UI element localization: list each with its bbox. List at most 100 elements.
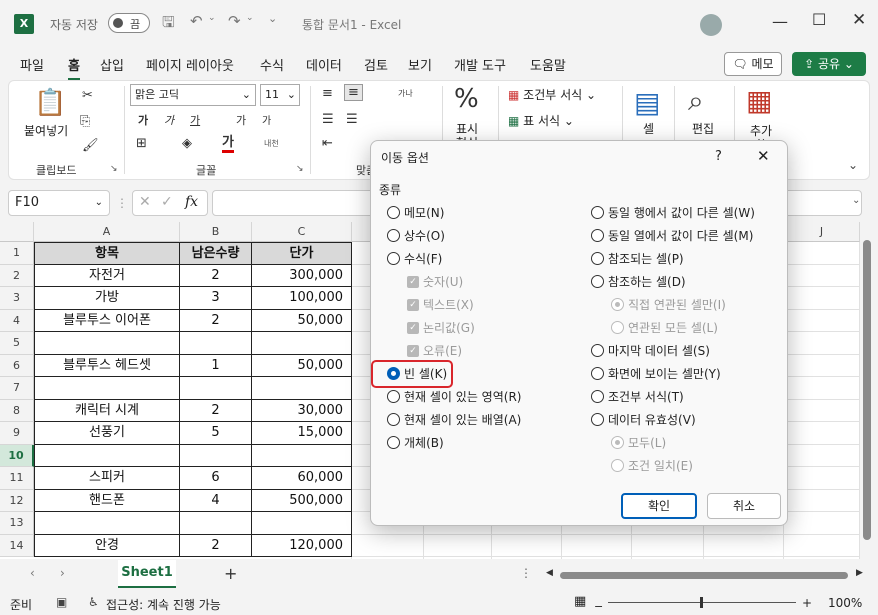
- tab-formulas[interactable]: 수식: [260, 55, 284, 74]
- tab-help[interactable]: 도움말: [530, 55, 566, 74]
- check-icon[interactable]: ✓: [161, 194, 173, 210]
- option-right-6[interactable]: 마지막 데이터 셀(S): [591, 342, 710, 359]
- tab-file[interactable]: 파일: [20, 55, 44, 74]
- option-right-8[interactable]: 조건부 서식(T): [591, 388, 684, 405]
- border-icon[interactable]: ⊞: [136, 136, 147, 151]
- row-header-4[interactable]: 4: [0, 309, 34, 332]
- conditional-format-button[interactable]: ▦ 조건부 서식 ⌄: [508, 86, 596, 103]
- wrap-text-icon[interactable]: 가나: [398, 88, 413, 99]
- tab-insert[interactable]: 삽입: [100, 55, 124, 74]
- normal-view-icon[interactable]: ▦: [574, 594, 586, 609]
- customize-toolbar-icon[interactable]: ⌄: [268, 12, 277, 25]
- table-cell[interactable]: 스피커: [34, 467, 180, 490]
- maximize-icon[interactable]: ☐: [812, 10, 826, 29]
- horizontal-scroll-thumb[interactable]: [560, 572, 848, 579]
- prev-sheet-icon[interactable]: ‹: [30, 566, 35, 580]
- option-left-0[interactable]: 메모(N): [387, 204, 444, 221]
- ok-button[interactable]: 확인: [621, 493, 697, 519]
- table-cell[interactable]: 블루투스 이어폰: [34, 309, 180, 332]
- align-middle-icon[interactable]: ≡: [344, 84, 363, 101]
- row-header-10[interactable]: 10: [0, 444, 34, 467]
- redo-dropdown-icon[interactable]: ⌄: [246, 13, 254, 23]
- align-left-icon[interactable]: ☰: [322, 112, 334, 127]
- tab-developer[interactable]: 개발 도구: [454, 55, 506, 74]
- option-right-9[interactable]: 데이터 유효성(V): [591, 411, 696, 428]
- tab-view[interactable]: 보기: [408, 55, 432, 74]
- table-cell[interactable]: 4: [180, 489, 252, 512]
- column-header-j[interactable]: J: [784, 222, 860, 242]
- tab-home[interactable]: 홈: [68, 55, 80, 81]
- row-header-6[interactable]: 6: [0, 354, 34, 377]
- italic-icon[interactable]: 가: [164, 112, 174, 128]
- cells-label[interactable]: 셀: [643, 120, 654, 137]
- table-cell[interactable]: [34, 377, 180, 400]
- dialog-launcher-icon[interactable]: ↘: [110, 164, 118, 174]
- table-cell[interactable]: 자전거: [34, 264, 180, 287]
- undo-icon[interactable]: ↶: [190, 12, 203, 30]
- table-cell[interactable]: 60,000: [252, 467, 352, 490]
- more-icon[interactable]: ⋮: [116, 196, 128, 210]
- cancel-button[interactable]: 취소: [707, 493, 781, 519]
- zoom-in-icon[interactable]: +: [802, 596, 812, 610]
- shrink-font-icon[interactable]: 가: [262, 112, 271, 127]
- search-icon[interactable]: ⌕: [688, 84, 704, 118]
- macro-record-icon[interactable]: ▣: [56, 595, 67, 609]
- row-header-7[interactable]: 7: [0, 377, 34, 400]
- table-cell[interactable]: 1: [180, 354, 252, 377]
- table-header-cell[interactable]: 항목: [34, 242, 180, 265]
- option-left-1[interactable]: 상수(O): [387, 227, 445, 244]
- option-right-3[interactable]: 참조하는 셀(D): [591, 273, 686, 290]
- bold-icon[interactable]: 가: [138, 112, 148, 128]
- redo-icon[interactable]: ↷: [228, 12, 241, 30]
- collapse-ribbon-icon[interactable]: ⌄: [848, 158, 858, 172]
- table-cell[interactable]: [252, 332, 352, 355]
- row-header-14[interactable]: 14: [0, 534, 34, 557]
- table-cell[interactable]: [252, 444, 352, 467]
- row-header-13[interactable]: 13: [0, 512, 34, 535]
- underline-icon[interactable]: 가: [190, 112, 200, 128]
- more-icon[interactable]: ⋮: [520, 566, 532, 580]
- close-icon[interactable]: ✕: [852, 10, 866, 30]
- table-cell[interactable]: [180, 377, 252, 400]
- grow-font-icon[interactable]: 가: [236, 112, 246, 128]
- accessibility-status[interactable]: 접근성: 계속 진행 가능: [106, 596, 221, 613]
- font-name-select[interactable]: 맑은 고딕 ⌄: [130, 84, 256, 106]
- row-header-2[interactable]: 2: [0, 264, 34, 287]
- cut-icon[interactable]: ✂: [82, 88, 93, 103]
- table-cell[interactable]: 3: [180, 287, 252, 310]
- table-cell[interactable]: [252, 512, 352, 535]
- scroll-right-icon[interactable]: ▶: [856, 568, 863, 578]
- indent-icon[interactable]: ⇤: [322, 136, 333, 151]
- table-cell[interactable]: 2: [180, 264, 252, 287]
- zoom-level[interactable]: 100%: [828, 596, 862, 610]
- table-cell[interactable]: 캐릭터 시계: [34, 399, 180, 422]
- column-header-a[interactable]: A: [34, 222, 180, 242]
- table-cell[interactable]: 120,000: [252, 534, 352, 557]
- name-box[interactable]: F10 ⌄: [8, 190, 110, 216]
- table-cell[interactable]: 15,000: [252, 422, 352, 445]
- row-header-12[interactable]: 12: [0, 489, 34, 512]
- table-cell[interactable]: 50,000: [252, 354, 352, 377]
- option-left-8[interactable]: 현재 셀이 있는 영역(R): [387, 388, 521, 405]
- align-top-icon[interactable]: ≡: [322, 86, 333, 101]
- option-left-10[interactable]: 개체(B): [387, 434, 444, 451]
- font-size-select[interactable]: 11 ⌄: [260, 84, 300, 106]
- column-header-b[interactable]: B: [180, 222, 252, 242]
- editing-label[interactable]: 편집: [692, 120, 714, 137]
- insert-function-icon[interactable]: fx: [185, 194, 198, 210]
- table-cell[interactable]: 안경: [34, 534, 180, 557]
- column-header-c[interactable]: C: [252, 222, 352, 242]
- cancel-icon[interactable]: ✕: [139, 194, 151, 210]
- dialog-launcher-icon[interactable]: ↘: [296, 164, 304, 174]
- minimize-icon[interactable]: —: [772, 12, 788, 31]
- tab-review[interactable]: 검토: [364, 55, 388, 74]
- table-cell[interactable]: 블루투스 헤드셋: [34, 354, 180, 377]
- save-icon[interactable]: 🖫: [162, 12, 175, 37]
- font-color-icon[interactable]: 가: [222, 136, 234, 153]
- table-cell[interactable]: 300,000: [252, 264, 352, 287]
- paste-label[interactable]: 붙여넣기: [24, 122, 68, 139]
- table-cell[interactable]: 6: [180, 467, 252, 490]
- table-cell[interactable]: 50,000: [252, 309, 352, 332]
- table-cell[interactable]: 가방: [34, 287, 180, 310]
- tab-page-layout[interactable]: 페이지 레이아웃: [146, 55, 234, 74]
